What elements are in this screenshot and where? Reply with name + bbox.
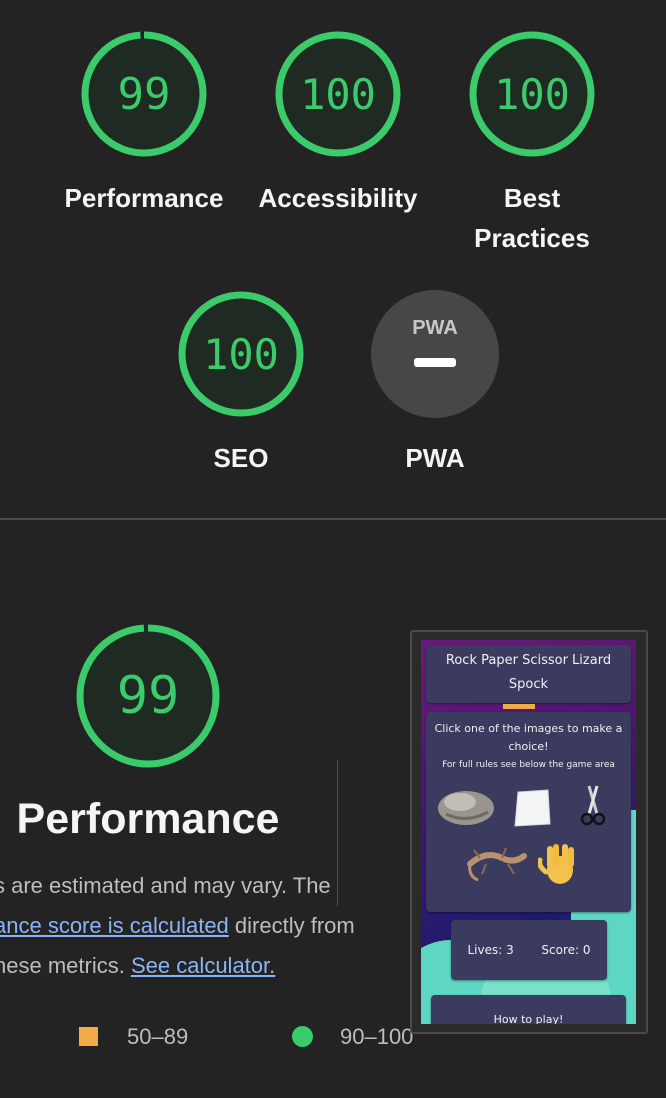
accessibility-score: 100: [300, 69, 376, 119]
how-to-play-card: How to play!: [431, 995, 626, 1024]
scissors-icon[interactable]: [578, 784, 608, 828]
desc-text-1: s are estimated and may vary. The: [0, 873, 331, 898]
stats-card: Lives: 3 Score: 0: [451, 920, 607, 980]
performance-gauge[interactable]: 99: [80, 30, 208, 158]
seo-label: SEO: [213, 443, 269, 473]
rules-hint: For full rules see below the game area: [442, 760, 615, 770]
seo-gauge[interactable]: 100: [177, 290, 305, 418]
pwa-dash-icon: [414, 358, 456, 367]
pwa-gauge[interactable]: PWA: [371, 290, 499, 418]
pwa-badge-text: PWA: [412, 317, 458, 339]
score-text: Score: 0: [541, 943, 591, 957]
see-calculator-link[interactable]: See calculator.: [131, 953, 275, 978]
pwa-badge-icon: PWA: [371, 290, 499, 418]
legend-pass: 90–100: [340, 1024, 414, 1049]
desc-text-3: hese metrics.: [0, 953, 131, 978]
best-practices-score: 100: [494, 69, 570, 119]
best-practices-label: Best Practices: [474, 183, 590, 253]
score-calculation-link[interactable]: ance score is calculated: [0, 913, 229, 938]
performance-label: Performance: [64, 183, 224, 213]
best-practices-gauge[interactable]: 100: [468, 30, 596, 158]
performance-score: 99: [117, 68, 171, 120]
accessibility-label: Accessibility: [258, 183, 418, 213]
screenshot-page: Rock Paper Scissor Lizard Spock Click on…: [421, 640, 636, 1024]
average-square-icon: [79, 1027, 98, 1046]
desc-text-2: directly from: [228, 913, 355, 938]
performance-title: Performance: [16, 795, 280, 843]
choice-card: Click one of the images to make a choice…: [426, 712, 631, 912]
instruction-text: Click one of the images to make a choice…: [434, 722, 623, 753]
final-screenshot-thumbnail[interactable]: Rock Paper Scissor Lizard Spock Click on…: [410, 630, 648, 1034]
spock-hand-icon[interactable]: [538, 840, 582, 886]
how-to-play-title: How to play!: [493, 1013, 564, 1024]
performance-description: s are estimated and may vary. The ance s…: [0, 866, 394, 986]
paper-icon[interactable]: [512, 788, 552, 828]
rock-icon[interactable]: [436, 784, 496, 828]
section-divider: [0, 518, 666, 520]
game-title: Rock Paper Scissor Lizard Spock: [445, 653, 612, 692]
pwa-label: PWA: [405, 443, 465, 473]
accent-bar: [503, 704, 535, 709]
seo-score: 100: [203, 329, 279, 379]
pass-circle-icon: [292, 1026, 313, 1047]
performance-main-gauge: 99: [75, 623, 221, 769]
lives-text: Lives: 3: [467, 943, 514, 957]
legend-average: 50–89: [127, 1024, 189, 1049]
performance-main-score: 99: [116, 666, 180, 726]
lizard-icon[interactable]: [466, 842, 528, 884]
accessibility-gauge[interactable]: 100: [274, 30, 402, 158]
game-title-card: Rock Paper Scissor Lizard Spock: [426, 645, 631, 703]
